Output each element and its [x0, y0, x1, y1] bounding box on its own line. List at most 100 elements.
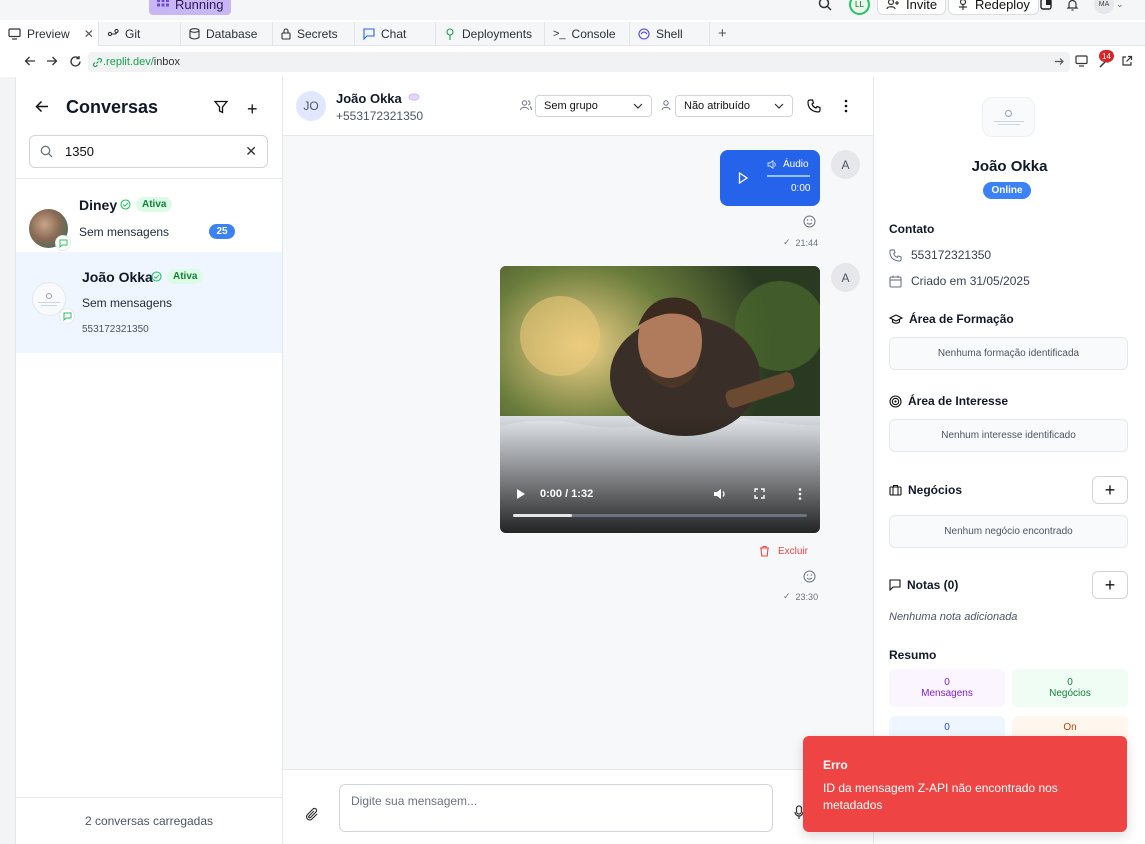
conversation-item[interactable]: Diney Ativa Sem mensagens 25 [16, 179, 282, 252]
tab-deployments-label: Deployments [462, 26, 533, 41]
formacao-title: Área de Formação [909, 312, 1014, 326]
contact-phone: +553172321350 [336, 109, 424, 123]
tab-chat[interactable]: Chat [355, 21, 436, 46]
user-avatar[interactable]: LL [849, 0, 870, 15]
new-tab-button[interactable]: + [710, 22, 735, 46]
conversation-name: João Okka [82, 269, 153, 285]
invite-label: Invite [906, 0, 938, 12]
account-initials: MA [1094, 0, 1114, 14]
back-arrow-icon[interactable] [35, 100, 49, 113]
redeploy-button[interactable]: Redeploy [948, 0, 1039, 15]
tab-console-label: Console [571, 26, 616, 41]
forward-arrow-icon[interactable] [46, 55, 58, 67]
tab-git-label: Git [125, 26, 141, 41]
stat-negocios: 0 Negócios [1012, 669, 1128, 707]
attachment-icon[interactable] [305, 807, 319, 822]
tab-secrets-label: Secrets [297, 26, 338, 41]
external-link-icon[interactable] [1121, 55, 1133, 67]
formacao-section-title: Área de Formação [889, 312, 1014, 326]
group-select[interactable]: Sem grupo [535, 95, 652, 117]
video-message[interactable]: 0:00 / 1:32 [500, 266, 820, 533]
close-icon[interactable]: ✕ [84, 27, 94, 41]
message-time: ✓ 23:30 [783, 591, 818, 602]
chevron-down-icon [633, 103, 643, 109]
video-progress-track[interactable] [513, 514, 807, 517]
add-conversation-button[interactable]: + [247, 99, 258, 120]
more-options-icon[interactable] [844, 99, 848, 113]
conversation-item-selected[interactable]: João Okka Ativa Sem mensagens 5531723213… [16, 252, 282, 353]
last-message: Sem mensagens [79, 225, 170, 239]
status-badge: Ativa [167, 269, 204, 284]
check-circle-icon [120, 199, 131, 210]
tab-preview-label: Preview [27, 26, 70, 41]
notas-title: Notas (0) [907, 578, 959, 592]
back-arrow-icon[interactable] [24, 55, 36, 67]
deploy-icon [957, 0, 969, 10]
interesse-title: Área de Interesse [908, 394, 1009, 408]
search-input[interactable]: 1350 ✕ [29, 135, 268, 168]
phone-icon[interactable] [807, 99, 821, 113]
running-indicator[interactable]: Running [149, 0, 232, 15]
copy-icon[interactable] [1040, 0, 1052, 15]
add-nota-button[interactable]: + [1092, 571, 1128, 599]
refresh-icon[interactable] [69, 55, 82, 68]
target-icon [889, 394, 902, 408]
tab-bar: Preview ✕ Git Database Secrets Chat Depl… [0, 21, 1145, 46]
page-title: Conversas [66, 97, 159, 117]
tab-deployments[interactable]: Deployments [436, 21, 545, 46]
audio-duration: 0:00 [791, 183, 811, 194]
fullscreen-icon[interactable] [754, 488, 765, 499]
shell-icon [638, 27, 650, 40]
tab-shell[interactable]: Shell [630, 21, 710, 46]
stat-value: 0 [1067, 677, 1073, 688]
user-plus-icon [886, 0, 900, 10]
message-input[interactable]: Digite sua mensagem... [339, 784, 773, 832]
error-toast[interactable]: Erro ID da mensagem Z-API não encontrado… [803, 736, 1127, 832]
tab-console[interactable]: >_ Console [545, 21, 630, 46]
deploy-icon [444, 27, 456, 40]
tab-database[interactable]: Database [181, 21, 273, 46]
add-negocio-button[interactable]: + [1092, 476, 1128, 504]
message-placeholder: Digite sua mensagem... [351, 794, 478, 808]
play-icon[interactable] [516, 488, 526, 500]
delete-button[interactable]: Excluir [759, 545, 808, 557]
tab-secrets[interactable]: Secrets [273, 21, 355, 46]
conversation-phone: 553172321350 [82, 324, 149, 335]
video-menu-icon[interactable] [798, 488, 802, 500]
stat-value: On [1063, 722, 1077, 733]
bell-icon[interactable] [1066, 0, 1079, 15]
interesse-empty: Nenhum interesse identificado [889, 419, 1128, 452]
assignee-select-value: Não atribuído [684, 100, 751, 112]
stat-label: Mensagens [921, 688, 973, 699]
contact-phone-row: 553172321350 [889, 248, 991, 262]
monitor-icon [8, 27, 21, 40]
assignee-select[interactable]: Não atribuído [675, 95, 793, 117]
search-icon[interactable] [818, 0, 832, 15]
tab-git[interactable]: Git [99, 21, 181, 46]
delete-label: Excluir [778, 545, 809, 557]
url-field[interactable]: .replit.dev/inbox [88, 52, 1070, 72]
invite-button[interactable]: Invite [877, 0, 947, 15]
composer: Digite sua mensagem... [283, 769, 873, 844]
emoji-icon[interactable] [803, 570, 816, 583]
account-avatar[interactable]: MA ⌄ [1094, 0, 1124, 15]
filter-icon[interactable] [214, 100, 228, 114]
link-icon [92, 57, 103, 68]
emoji-icon[interactable] [803, 215, 816, 228]
chat-header: JO João Okka +553172321350 Sem grupo Não… [283, 77, 873, 136]
video-time-stamp: 23:30 [795, 591, 819, 602]
check-icon: ✓ [783, 237, 791, 247]
conversations-panel: Conversas + 1350 ✕ Diney Ativa Sem mensa… [16, 77, 283, 844]
contact-avatar: JO [296, 91, 326, 121]
volume-icon[interactable] [713, 488, 727, 500]
terminal-icon: >_ [553, 27, 566, 40]
play-icon[interactable] [738, 172, 748, 184]
speaker-icon [767, 160, 778, 169]
audio-progress[interactable] [767, 175, 810, 177]
go-arrow-icon[interactable] [1054, 56, 1065, 67]
clear-search-icon[interactable]: ✕ [245, 143, 257, 160]
devices-icon[interactable] [1075, 55, 1088, 67]
check-circle-icon [151, 271, 162, 282]
search-icon [40, 145, 53, 158]
tab-preview[interactable]: Preview ✕ [0, 21, 99, 46]
